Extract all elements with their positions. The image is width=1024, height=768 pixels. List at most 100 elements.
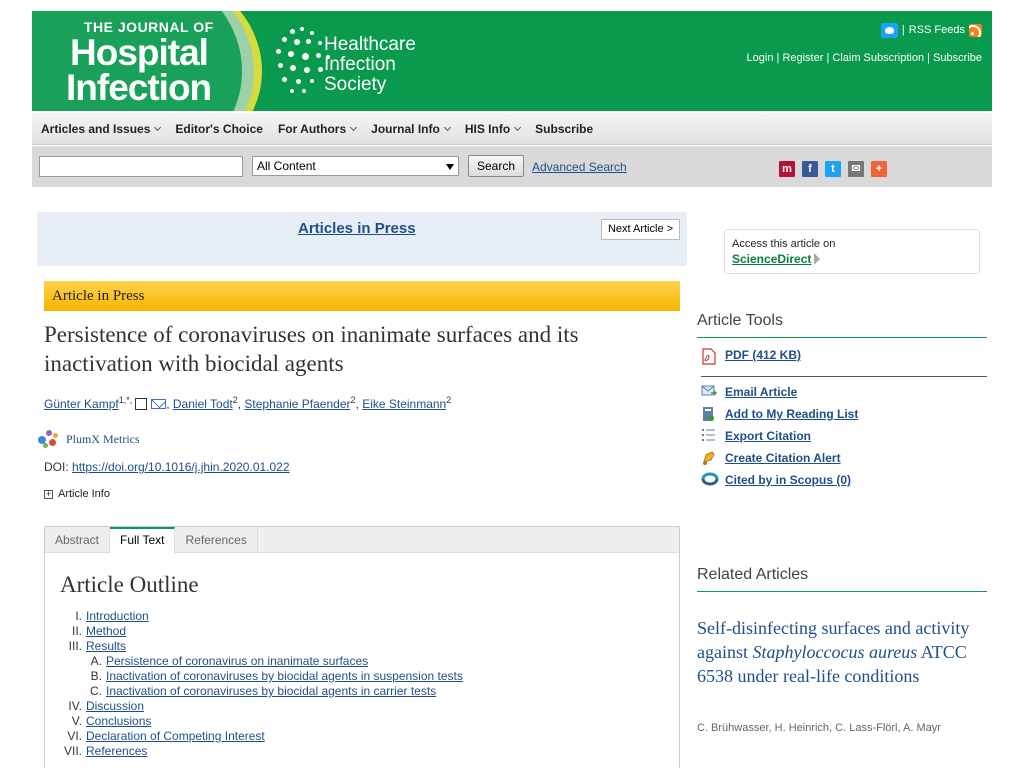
article-tool-link[interactable]: Add to My Reading List	[725, 407, 858, 421]
journal-logo[interactable]: THE JOURNAL OF Hospital Infection	[32, 11, 287, 111]
author-affiliation: 2	[446, 395, 452, 405]
article-tool-link[interactable]: Export Citation	[725, 429, 811, 443]
tab-references[interactable]: References	[175, 527, 258, 552]
author-affiliation: 1,*,	[118, 395, 133, 405]
dropdown-arrow-icon	[446, 164, 454, 170]
article-tool-row: Cited by in Scopus (0)	[701, 472, 851, 488]
outline-link[interactable]: Method	[86, 624, 126, 639]
nav-label: Journal Info	[371, 121, 440, 136]
outline-item: IV. Discussion	[60, 699, 463, 714]
scopus-icon[interactable]	[701, 472, 719, 488]
article-tool-link[interactable]: Email Article	[725, 385, 797, 399]
facebook-icon[interactable]: f	[802, 161, 818, 177]
site-header: THE JOURNAL OF Hospital Infection Health…	[32, 11, 992, 111]
article-tool-row: Export Citation	[701, 428, 811, 444]
nav-his-info[interactable]: HIS Info	[465, 122, 522, 136]
articles-in-press-box: Articles in Press Next Article >	[37, 212, 687, 266]
outline-item: VII. References	[60, 744, 463, 759]
outline-link[interactable]: Inactivation of coronaviruses by biocida…	[106, 684, 436, 699]
mendeley-icon[interactable]: m	[779, 161, 795, 177]
twitter-icon[interactable]	[880, 22, 898, 38]
claim-subscription-link[interactable]: Claim Subscription	[832, 52, 924, 64]
nav-journal-info[interactable]: Journal Info	[371, 121, 451, 136]
tab-full-text[interactable]: Full Text	[110, 527, 176, 553]
header-links: | RSS Feeds Login | Register | Claim Sub…	[747, 21, 982, 64]
next-article-button[interactable]: Next Article >	[601, 219, 680, 240]
article-tool-link[interactable]: Create Citation Alert	[725, 451, 841, 465]
outline-link[interactable]: Persistence of coronavirus on inanimate …	[106, 654, 368, 669]
pdf-link[interactable]: PDF (412 KB)	[725, 348, 801, 362]
search-scope-value: All Content	[257, 159, 316, 173]
outline-item: I. Introduction	[60, 609, 463, 624]
plumx-icon	[38, 430, 60, 448]
article-title: Persistence of coronaviruses on inanimat…	[44, 322, 579, 376]
related-articles-heading: Related Articles	[697, 566, 987, 592]
doi-link[interactable]: https://doi.org/10.1016/j.jhin.2020.01.0…	[72, 460, 290, 474]
outline-item: VI. Declaration of Competing Interest	[60, 729, 463, 744]
main-nav: Articles and Issues Editor's Choice For …	[32, 113, 992, 145]
outline-number: A.	[90, 654, 102, 668]
outline-item: II. Method	[60, 624, 463, 639]
twitter-icon[interactable]: t	[825, 161, 841, 177]
author-link[interactable]: Daniel Todt	[173, 397, 233, 411]
chevron-down-icon	[350, 123, 358, 131]
export-citation-icon[interactable]	[701, 428, 717, 444]
login-link[interactable]: Login	[747, 52, 774, 64]
author-link[interactable]: Günter Kampf	[44, 397, 119, 411]
society-logo-text[interactable]: Healthcare Infection Society	[324, 35, 416, 95]
outline-link[interactable]: References	[86, 744, 147, 759]
articles-in-press-link[interactable]: Articles in Press	[298, 220, 416, 237]
outline-number: V.	[71, 714, 82, 728]
nav-label: Articles and Issues	[41, 121, 151, 136]
nav-label: Subscribe	[535, 121, 594, 136]
advanced-search-link[interactable]: Advanced Search	[532, 160, 627, 174]
reading-list-icon[interactable]	[701, 406, 717, 422]
account-links: Login | Register | Claim Subscription | …	[747, 52, 982, 64]
citation-alert-icon[interactable]	[701, 450, 717, 466]
correspondence-icon[interactable]	[135, 398, 148, 410]
email-icon[interactable]: ✉	[848, 161, 864, 177]
related-title-italic: Staphyloccocus aureus	[752, 642, 918, 662]
article-tabs: Abstract Full Text References	[45, 527, 679, 553]
author-link[interactable]: Stephanie Pfaender	[244, 397, 350, 411]
author-link[interactable]: Eike Steinmann	[362, 397, 446, 411]
nav-label: For Authors	[277, 121, 347, 136]
search-button[interactable]: Search	[468, 155, 524, 177]
email-article-icon[interactable]	[701, 384, 718, 400]
outline-link[interactable]: Discussion	[86, 699, 144, 714]
outline-link[interactable]: Introduction	[86, 609, 149, 624]
outline-link[interactable]: Results	[86, 639, 126, 654]
outline-link[interactable]: Conclusions	[86, 714, 151, 729]
register-link[interactable]: Register	[782, 52, 823, 64]
nav-for-authors[interactable]: For Authors	[277, 121, 358, 136]
tab-abstract[interactable]: Abstract	[45, 527, 111, 552]
outline-link[interactable]: Declaration of Competing Interest	[86, 729, 265, 744]
article-tool-row: Add to My Reading List	[701, 406, 858, 422]
search-bar: All Content Search Advanced Search m f t ✉ +	[32, 146, 992, 187]
expand-icon: +	[44, 488, 53, 499]
nav-editors-choice[interactable]: Editor's Choice	[175, 122, 263, 136]
article-outline-title: Article Outline	[60, 572, 199, 597]
nav-subscribe[interactable]: Subscribe	[535, 122, 593, 136]
outline-number: IV.	[68, 699, 82, 713]
doi-label: DOI:	[44, 460, 73, 474]
email-icon[interactable]	[151, 399, 167, 409]
plumx-metrics[interactable]: PlumX Metrics	[38, 430, 140, 448]
addthis-icon[interactable]: +	[871, 161, 887, 177]
search-scope-select[interactable]: All Content	[252, 156, 459, 176]
author-affiliation: 2	[232, 395, 238, 405]
rss-icon[interactable]	[969, 23, 982, 37]
nav-articles-and-issues[interactable]: Articles and Issues	[41, 121, 162, 136]
search-input[interactable]	[39, 156, 243, 177]
rss-feeds-link[interactable]: RSS Feeds	[909, 24, 965, 36]
outline-item: III. Results	[60, 639, 463, 654]
subscribe-link[interactable]: Subscribe	[933, 52, 982, 64]
article-info-toggle[interactable]: + Article Info	[44, 488, 110, 500]
outline-number: B.	[90, 669, 102, 683]
outline-link[interactable]: Inactivation of coronaviruses by biocida…	[106, 669, 463, 684]
related-article-title[interactable]: Self-disinfecting surfaces and activity …	[697, 616, 987, 688]
access-text: Access this article on	[732, 238, 836, 250]
sciencedirect-link[interactable]: ScienceDirect	[732, 252, 811, 266]
article-tool-link[interactable]: Cited by in Scopus (0)	[725, 473, 851, 487]
chevron-down-icon	[514, 123, 522, 131]
